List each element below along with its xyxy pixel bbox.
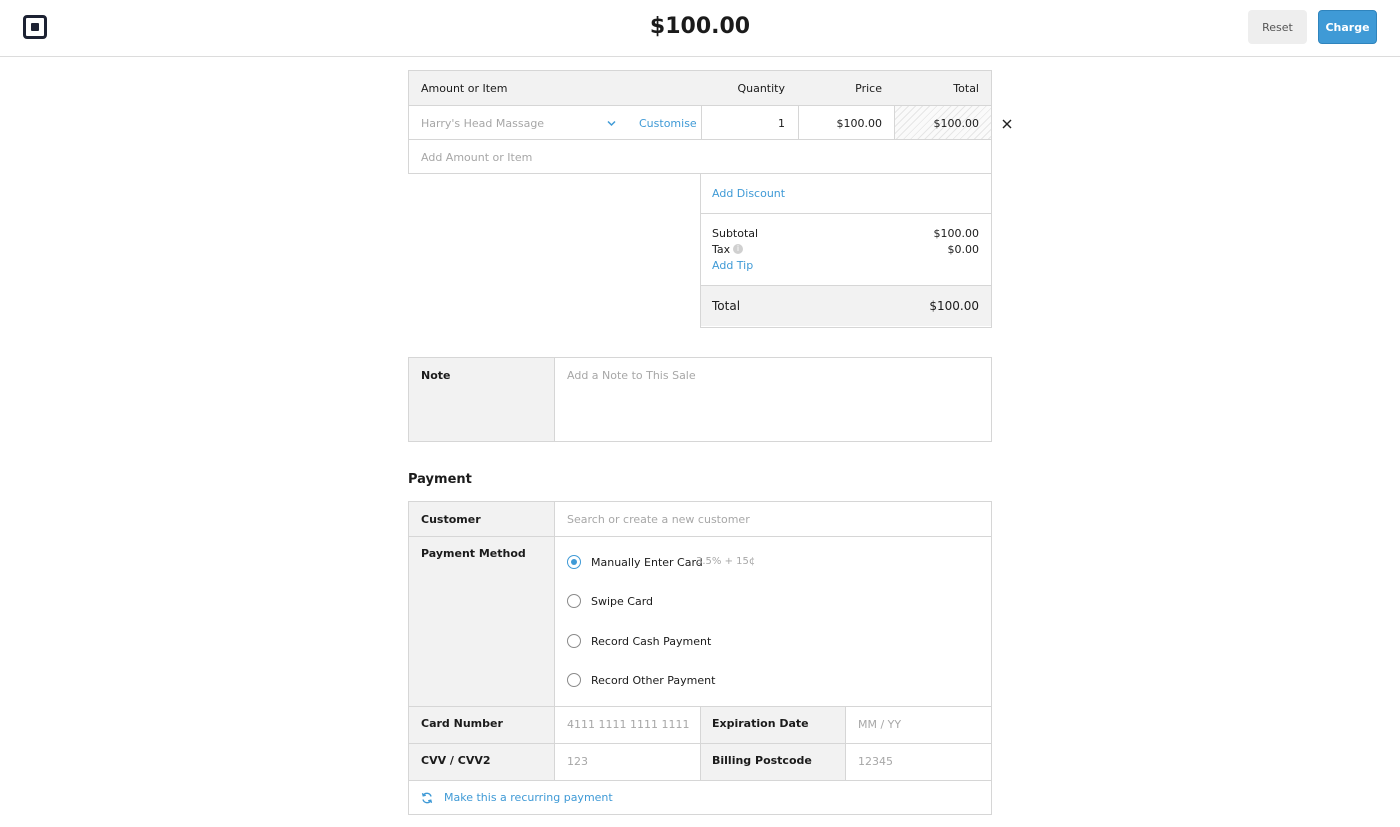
payment-method-swipe[interactable]: Swipe Card xyxy=(567,593,867,609)
payment-method-label: Payment Method xyxy=(421,547,526,560)
refresh-icon[interactable] xyxy=(421,792,433,804)
expiration-input[interactable]: MM / YY xyxy=(858,718,901,731)
radio-icon[interactable] xyxy=(567,634,581,648)
cvv-label: CVV / CVV2 xyxy=(421,754,491,767)
item-select[interactable]: Harry's Head Massage xyxy=(421,117,544,130)
fee-label: 3.5% + 15¢ xyxy=(696,556,756,567)
tax-label: Tax xyxy=(712,243,731,256)
row-total-value: $100.00 xyxy=(933,117,980,130)
add-discount-link[interactable]: Add Discount xyxy=(712,187,785,200)
charge-button[interactable]: Charge xyxy=(1318,10,1377,44)
radio-selected-icon[interactable] xyxy=(567,555,581,569)
quantity-input[interactable]: 1 xyxy=(702,117,785,130)
card-number-input[interactable]: 4111 1111 1111 1111 xyxy=(567,718,689,731)
column-header-quantity: Quantity xyxy=(737,82,785,95)
card-number-label: Card Number xyxy=(421,717,503,730)
payment-method-other[interactable]: Record Other Payment xyxy=(567,672,867,688)
table-row: Harry's Head Massage Customise xyxy=(409,106,701,139)
recurring-payment-link[interactable]: Make this a recurring payment xyxy=(444,791,613,804)
column-header-item: Amount or Item xyxy=(421,82,508,95)
radio-icon[interactable] xyxy=(567,673,581,687)
customer-search-input[interactable]: Search or create a new customer xyxy=(567,513,750,526)
total-label: Total xyxy=(712,299,741,313)
add-tip-link[interactable]: Add Tip xyxy=(712,259,753,272)
method-label: Record Cash Payment xyxy=(591,635,712,648)
note-textarea[interactable]: Add a Note to This Sale xyxy=(567,369,696,382)
method-label: Record Other Payment xyxy=(591,674,716,687)
method-label: Swipe Card xyxy=(591,595,654,608)
column-header-price: Price xyxy=(855,82,882,95)
customise-link[interactable]: Customise xyxy=(639,117,697,130)
customer-label: Customer xyxy=(421,513,481,526)
order-summary: Add Discount Subtotal $100.00 Tax i $0.0… xyxy=(700,174,992,328)
close-icon[interactable] xyxy=(1002,119,1012,129)
payment-method-manual[interactable]: Manually Enter Card 3.5% + 15¢ xyxy=(567,554,867,570)
radio-icon[interactable] xyxy=(567,594,581,608)
method-label: Manually Enter Card xyxy=(591,556,703,569)
payment-form: Customer Search or create a new customer… xyxy=(408,501,992,815)
payment-method-cash[interactable]: Record Cash Payment xyxy=(567,633,867,649)
column-header-total: Total xyxy=(953,82,979,95)
payment-title: Payment xyxy=(408,472,472,487)
items-table: Amount or Item Quantity Price Total Harr… xyxy=(408,70,992,174)
add-item-input[interactable]: Add Amount or Item xyxy=(421,151,532,164)
info-icon[interactable]: i xyxy=(733,244,743,254)
cvv-input[interactable]: 123 xyxy=(567,755,588,768)
postcode-label: Billing Postcode xyxy=(712,754,812,767)
tax-value: $0.00 xyxy=(947,243,980,256)
top-bar: $100.00 Reset Charge xyxy=(0,0,1400,57)
chevron-down-icon[interactable] xyxy=(607,120,616,127)
total-value: $100.00 xyxy=(929,299,979,313)
sale-amount: $100.00 xyxy=(649,14,751,39)
subtotal-label: Subtotal xyxy=(712,227,759,240)
reset-button[interactable]: Reset xyxy=(1248,10,1307,44)
postcode-input[interactable]: 12345 xyxy=(858,755,893,768)
note-label: Note xyxy=(421,369,451,382)
price-input[interactable]: $100.00 xyxy=(799,117,883,130)
expiration-label: Expiration Date xyxy=(712,717,809,730)
subtotal-value: $100.00 xyxy=(933,227,980,240)
note-section: Note Add a Note to This Sale xyxy=(408,357,992,442)
